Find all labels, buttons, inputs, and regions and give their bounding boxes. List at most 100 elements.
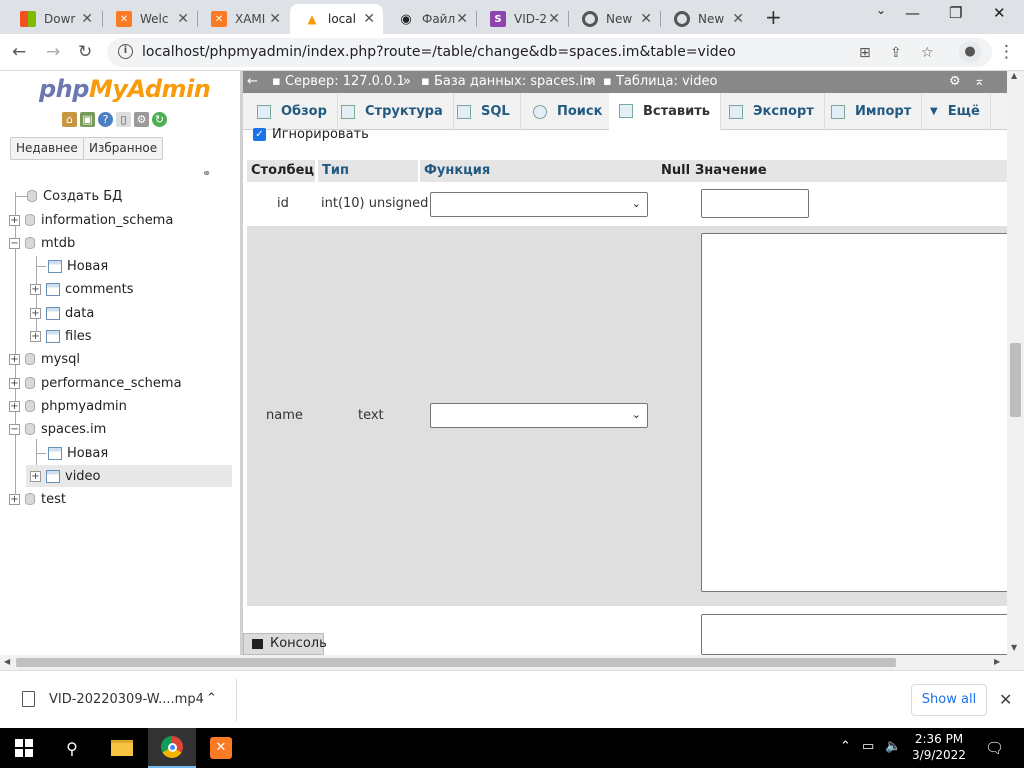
close-icon[interactable]: ✕ <box>548 11 560 27</box>
translate-icon[interactable]: ⊞ <box>859 45 871 61</box>
browser-tab-6[interactable]: S VID-2 ✕ <box>476 4 568 34</box>
expand-icon[interactable]: + <box>30 307 41 319</box>
close-icon[interactable]: ✕ <box>363 11 375 27</box>
tree-table-video[interactable]: + video <box>26 465 232 487</box>
expand-icon[interactable]: + <box>9 377 20 389</box>
show-all-button[interactable]: Show all <box>911 684 987 716</box>
new-tab-button[interactable]: + <box>765 5 782 29</box>
close-icon[interactable]: ✕ <box>732 11 744 27</box>
close-icon[interactable]: ✕ <box>640 11 652 27</box>
tab-search-icon[interactable]: ⌄ <box>876 3 886 17</box>
file-explorer-button[interactable] <box>98 728 146 768</box>
notifications-icon[interactable]: 🗨 <box>985 739 1004 757</box>
system-clock[interactable]: 2:36 PM 3/9/2022 <box>908 731 970 763</box>
close-icon[interactable]: ✕ <box>999 690 1012 709</box>
function-select[interactable]: ⌄ <box>430 403 648 428</box>
minimize-button[interactable]: — <box>905 4 920 22</box>
network-icon[interactable]: ▭ <box>862 739 874 754</box>
tab-export[interactable]: Экспорт <box>719 93 825 130</box>
ignore-checkbox[interactable]: ✓ <box>253 128 266 141</box>
browser-tab-7[interactable]: New ✕ <box>568 4 660 34</box>
expand-icon[interactable]: + <box>30 330 41 342</box>
browser-tab-active[interactable]: ▲ local ✕ <box>290 4 383 34</box>
favorites-button[interactable]: Избранное <box>83 137 164 160</box>
docs-icon[interactable]: ▯ <box>116 112 131 127</box>
browser-tab-2[interactable]: ✕ Welc ✕ <box>102 4 197 34</box>
tab-import[interactable]: Импорт <box>821 93 923 130</box>
browser-tab-1[interactable]: Dowr ✕ <box>6 4 101 34</box>
link-chain-icon[interactable]: ⚭ <box>202 167 211 180</box>
close-icon[interactable]: ✕ <box>456 11 468 27</box>
collapse-arrow-icon[interactable]: ← <box>247 71 258 93</box>
browser-tab-5[interactable]: ◉ Файл ✕ <box>384 4 476 34</box>
tree-spaces-new-table[interactable]: Новая <box>48 442 108 464</box>
header-type[interactable]: Тип <box>318 160 418 182</box>
tree-db-phpmyadmin[interactable]: + phpmyadmin <box>9 395 127 417</box>
tab-more[interactable]: ▼ Ещё <box>920 93 991 130</box>
tree-db-performance-schema[interactable]: + performance_schema <box>9 372 182 394</box>
xampp-taskbar-button[interactable]: ✕ <box>197 728 245 768</box>
expand-icon[interactable]: + <box>9 214 20 226</box>
reload-nav-icon[interactable]: ↻ <box>152 112 167 127</box>
show-hidden-icons[interactable]: ⌃ <box>840 739 851 754</box>
browser-tab-8[interactable]: New ✕ <box>660 4 752 34</box>
close-icon[interactable]: ✕ <box>177 11 189 27</box>
settings-gear-icon[interactable]: ⚙ <box>949 71 961 93</box>
vertical-scrollbar[interactable]: ▲ ▼ <box>1007 71 1024 655</box>
horizontal-scrollbar[interactable]: ◀ ▶ <box>0 655 1024 670</box>
tree-table-files[interactable]: + files <box>30 325 92 347</box>
collapse-icon[interactable]: − <box>9 423 20 435</box>
tab-browse[interactable]: Обзор <box>247 93 338 130</box>
vertical-scroll-thumb[interactable] <box>1010 343 1021 417</box>
chevron-up-icon[interactable]: ⌃ <box>206 691 217 706</box>
collapse-header-icon[interactable]: ⌅ <box>974 71 985 93</box>
tree-mtdb-new-table[interactable]: Новая <box>48 255 108 277</box>
tree-create-db[interactable]: Создать БД <box>27 185 122 207</box>
tree-db-test[interactable]: + test <box>9 488 66 510</box>
download-item[interactable]: VID-20220309-W....mp4 <box>22 691 204 707</box>
tree-db-mtdb[interactable]: − mtdb <box>9 232 75 254</box>
header-function[interactable]: Функция <box>420 160 658 182</box>
console-button[interactable]: Консоль <box>243 633 327 655</box>
function-select[interactable]: ⌄ <box>430 192 648 217</box>
expand-icon[interactable]: + <box>9 353 20 365</box>
close-icon[interactable]: ✕ <box>81 11 93 27</box>
scroll-left-icon[interactable]: ◀ <box>4 657 10 666</box>
expand-icon[interactable]: + <box>30 283 41 295</box>
search-button[interactable]: ⚲ <box>48 728 96 768</box>
url-field[interactable]: i localhost/phpmyadmin/index.php?route=/… <box>107 38 992 67</box>
value-textarea-next[interactable] <box>701 614 1007 655</box>
browser-tab-3[interactable]: ✕ XAMI ✕ <box>197 4 289 34</box>
back-button[interactable]: ← <box>12 42 26 62</box>
expand-icon[interactable]: + <box>9 493 20 505</box>
bookmark-star-icon[interactable]: ☆ <box>921 45 934 61</box>
logout-icon[interactable]: ▣ <box>80 112 95 127</box>
start-button[interactable] <box>0 728 48 768</box>
scroll-up-icon[interactable]: ▲ <box>1011 71 1017 80</box>
scroll-down-icon[interactable]: ▼ <box>1011 643 1017 652</box>
value-input-id[interactable] <box>701 189 809 218</box>
close-icon[interactable]: ✕ <box>269 11 281 27</box>
volume-icon[interactable]: 🔈 <box>885 739 901 754</box>
phpmyadmin-logo[interactable]: phpMyAdmin <box>39 75 211 103</box>
breadcrumb-table[interactable]: ▪ Таблица: video <box>603 71 717 93</box>
breadcrumb-server[interactable]: ▪ Сервер: 127.0.0.1 <box>272 71 405 93</box>
collapse-icon[interactable]: − <box>9 237 20 249</box>
forward-button[interactable]: → <box>46 42 60 62</box>
scroll-right-icon[interactable]: ▶ <box>994 657 1000 666</box>
tab-insert[interactable]: Вставить <box>609 93 722 130</box>
expand-icon[interactable]: + <box>30 470 41 482</box>
tree-table-data[interactable]: + data <box>30 302 94 324</box>
tab-structure[interactable]: Структура <box>331 93 454 130</box>
ignore-option[interactable]: ✓ Игнорировать <box>253 127 369 142</box>
breadcrumb-database[interactable]: ▪ База данных: spaces.im <box>421 71 596 93</box>
tab-search[interactable]: Поиск <box>523 93 614 130</box>
expand-icon[interactable]: + <box>9 400 20 412</box>
window-close-button[interactable]: ✕ <box>993 4 1006 22</box>
tree-db-mysql[interactable]: + mysql <box>9 348 80 370</box>
share-icon[interactable]: ⇪ <box>890 45 902 61</box>
reload-button[interactable]: ↻ <box>78 42 92 62</box>
settings-gear-icon[interactable]: ⚙ <box>134 112 149 127</box>
tree-db-information-schema[interactable]: + information_schema <box>9 209 173 231</box>
maximize-button[interactable]: ❐ <box>949 4 962 22</box>
